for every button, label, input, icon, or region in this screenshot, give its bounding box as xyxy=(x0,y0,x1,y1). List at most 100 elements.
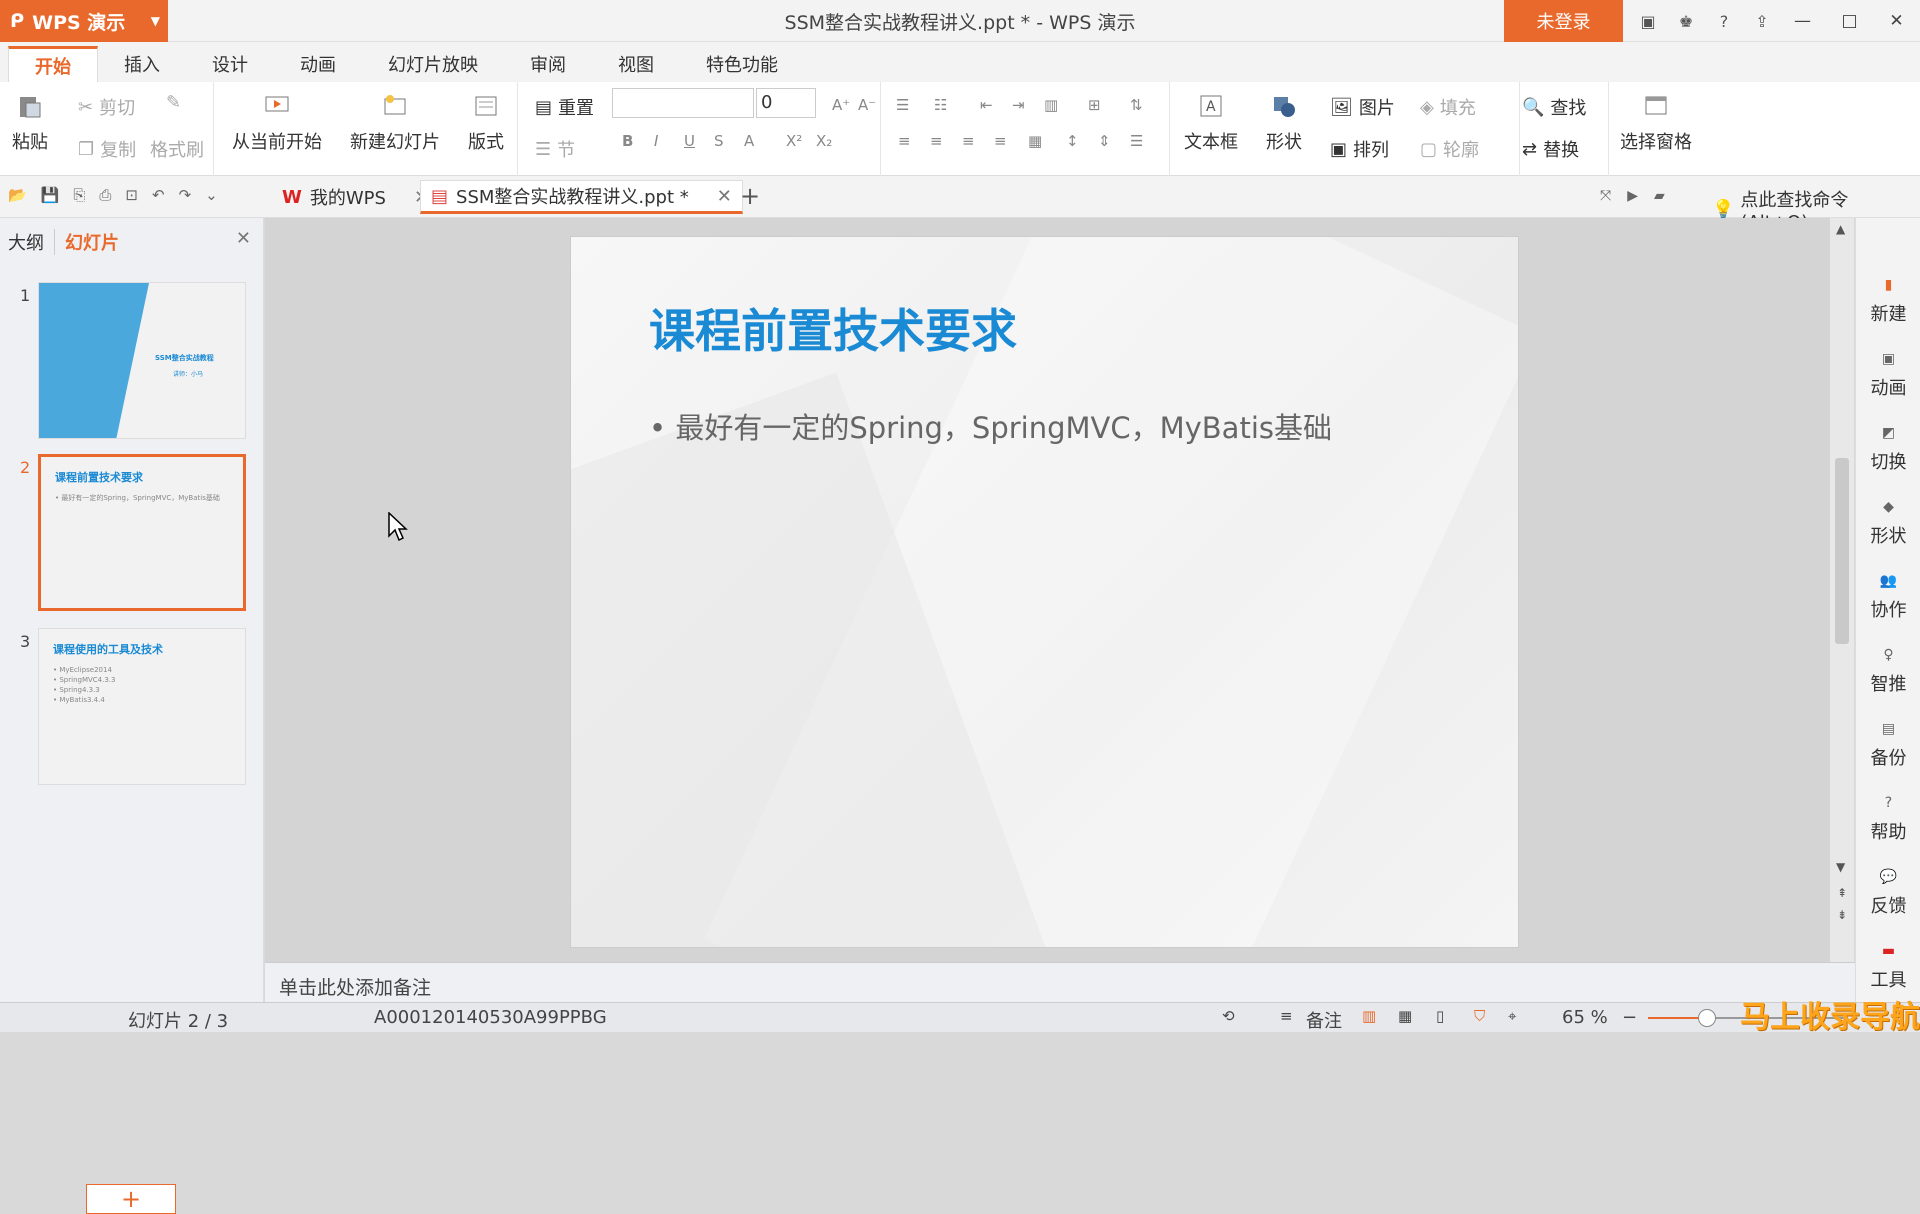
tab-design[interactable]: 设计 xyxy=(186,46,274,82)
current-slide[interactable]: 课程前置技术要求 • 最好有一定的Spring，SpringMVC，MyBati… xyxy=(570,236,1519,948)
next-slide-icon[interactable]: ⇟ xyxy=(1837,908,1847,922)
help-icon[interactable]: ? xyxy=(1706,0,1742,42)
normal-view-icon[interactable]: ▥ xyxy=(1362,1007,1376,1025)
decrease-indent-button[interactable]: ⇤ xyxy=(980,96,993,114)
print-preview-icon[interactable]: ⊡ xyxy=(125,186,138,204)
outline-button[interactable]: ▢ 轮廓 xyxy=(1420,136,1479,162)
justify-button[interactable]: ≡ xyxy=(994,132,1007,150)
close-icon[interactable]: ✕ xyxy=(717,186,732,207)
notes-field[interactable]: 单击此处添加备注 xyxy=(265,962,1855,1002)
picture-button[interactable]: 🖼 图片 xyxy=(1330,94,1395,120)
redo-icon[interactable]: ↷ xyxy=(179,186,192,204)
scroll-down-icon[interactable]: ▼ xyxy=(1836,860,1845,874)
pin-icon[interactable]: ⤧ xyxy=(1600,188,1611,204)
zoom-out-button[interactable]: − xyxy=(1622,1007,1637,1028)
subscript-button[interactable]: X₂ xyxy=(816,132,832,150)
align-left-button[interactable]: ≡ xyxy=(898,132,911,150)
replace-button[interactable]: ⇄ 替换 xyxy=(1522,136,1579,162)
slide-thumbnail-1[interactable]: SSM整合实战教程 讲师：小马 xyxy=(38,282,246,439)
superscript-button[interactable]: X² xyxy=(786,132,802,150)
export-pdf-icon[interactable]: ⎘ xyxy=(73,186,85,204)
sidebar-item-tools[interactable]: ▬ 工具 xyxy=(1856,942,1920,992)
history-icon[interactable]: ⟲ xyxy=(1222,1007,1235,1025)
align-right-button[interactable]: ≡ xyxy=(962,132,975,150)
text-direction-button[interactable]: ⊞ xyxy=(1088,96,1101,114)
shape-button[interactable]: 形状 xyxy=(1266,82,1302,154)
sidebar-item-animation[interactable]: ▣ 动画 xyxy=(1856,350,1920,400)
numbering-button[interactable]: ☷ xyxy=(934,96,947,114)
prev-slide-icon[interactable]: ⇞ xyxy=(1837,886,1847,900)
italic-button[interactable]: I xyxy=(654,132,658,150)
new-tab-button[interactable]: + xyxy=(740,182,760,210)
zoom-level[interactable]: 65 % xyxy=(1562,1007,1608,1028)
bold-button[interactable]: B xyxy=(622,132,633,150)
reset-button[interactable]: ▤ 重置 xyxy=(535,94,594,120)
format-painter-button[interactable]: 格式刷 xyxy=(150,136,204,162)
close-button[interactable]: ✕ xyxy=(1873,0,1920,42)
font-color-button[interactable]: A xyxy=(744,132,754,150)
location-icon[interactable]: ⌖ xyxy=(1508,1007,1516,1025)
arrange-button[interactable]: ▣ 排列 xyxy=(1330,136,1389,162)
align-center-button[interactable]: ≡ xyxy=(930,132,943,150)
tab-animation[interactable]: 动画 xyxy=(274,46,362,82)
login-button[interactable]: 未登录 xyxy=(1504,0,1623,42)
play-icon[interactable]: ▶ xyxy=(1627,188,1638,204)
scroll-up-icon[interactable]: ▲ xyxy=(1836,222,1845,236)
textbox-button[interactable]: A 文本框 xyxy=(1184,82,1238,154)
sidebar-item-new[interactable]: ▮ 新建 xyxy=(1856,276,1920,326)
scrollbar-thumb[interactable] xyxy=(1835,458,1849,644)
notes-icon[interactable]: ≡ xyxy=(1280,1007,1293,1025)
tab-view[interactable]: 视图 xyxy=(592,46,680,82)
reading-view-icon[interactable]: ▯ xyxy=(1436,1007,1444,1025)
open-icon[interactable]: 📂 xyxy=(8,186,27,204)
save-icon[interactable]: 💾 xyxy=(41,186,60,204)
line-spacing-button[interactable]: ↕ xyxy=(1066,132,1079,150)
find-button[interactable]: 🔍 查找 xyxy=(1522,94,1586,120)
add-slide-button[interactable]: + xyxy=(86,1184,176,1214)
shield-icon[interactable]: ⛉ xyxy=(1474,1007,1485,1025)
shirt-icon[interactable]: ♚ xyxy=(1668,0,1704,42)
slide-title[interactable]: 课程前置技术要求 xyxy=(649,295,1017,361)
collapse-ribbon-icon[interactable]: ⇪ xyxy=(1744,0,1780,42)
tab-outline[interactable]: 大纲 xyxy=(8,229,44,255)
sort-button[interactable]: ⇅ xyxy=(1130,96,1143,114)
paragraph-settings-button[interactable]: ☰ xyxy=(1130,132,1143,150)
selection-pane-button[interactable]: 选择窗格 xyxy=(1620,82,1692,154)
close-icon[interactable]: ✕ xyxy=(236,228,251,249)
font-name-select[interactable] xyxy=(612,88,754,118)
sidebar-item-feedback[interactable]: 💬 反馈 xyxy=(1856,868,1920,918)
tab-insert[interactable]: 插入 xyxy=(98,46,186,82)
tab-slides[interactable]: 幻灯片 xyxy=(54,229,119,255)
distribute-button[interactable]: ▦ xyxy=(1028,132,1042,150)
fill-button[interactable]: ◈ 填充 xyxy=(1420,94,1476,120)
notes-toggle[interactable]: 备注 xyxy=(1306,1007,1342,1033)
shrink-font-button[interactable]: A⁻ xyxy=(858,96,876,114)
zoom-slider-handle[interactable] xyxy=(1698,1009,1716,1027)
print-icon[interactable]: ⎙ xyxy=(99,186,111,204)
columns-button[interactable]: ▥ xyxy=(1044,96,1058,114)
paste-button[interactable]: 粘贴 xyxy=(12,82,48,154)
bullets-button[interactable]: ☰ xyxy=(896,96,909,114)
tab-slideshow[interactable]: 幻灯片放映 xyxy=(362,46,504,82)
copy-button[interactable]: ❐ 复制 xyxy=(78,136,136,162)
underline-button[interactable]: U xyxy=(684,132,695,150)
vertical-scrollbar[interactable]: ▲ ▼ ⇞ ⇟ xyxy=(1830,218,1854,962)
increase-indent-button[interactable]: ⇥ xyxy=(1012,96,1025,114)
skin-icon[interactable]: ▣ xyxy=(1630,0,1666,42)
slide-thumbnail-3[interactable]: 课程使用的工具及技术 • MyEclipse2014 • SpringMVC4.… xyxy=(38,628,246,785)
tab-review[interactable]: 审阅 xyxy=(504,46,592,82)
sidebar-item-collaborate[interactable]: 👥 协作 xyxy=(1856,572,1920,622)
comment-icon[interactable]: ▰ xyxy=(1654,188,1665,204)
tab-special[interactable]: 特色功能 xyxy=(680,46,804,82)
section-button[interactable]: ☰ 节 xyxy=(535,136,575,162)
layout-button[interactable]: 版式 xyxy=(468,82,504,154)
app-menu-button[interactable]: ᑭ WPS 演示 ▼ xyxy=(0,0,168,42)
font-size-select[interactable]: 0 xyxy=(756,88,816,118)
undo-icon[interactable]: ↶ xyxy=(152,186,165,204)
minimize-button[interactable]: — xyxy=(1779,0,1826,42)
sidebar-item-shape[interactable]: ◆ 形状 xyxy=(1856,498,1920,548)
maximize-button[interactable]: □ xyxy=(1826,0,1873,42)
shadow-button[interactable]: S xyxy=(714,132,724,150)
paragraph-spacing-button[interactable]: ⇕ xyxy=(1098,132,1111,150)
grow-font-button[interactable]: A⁺ xyxy=(832,96,850,114)
